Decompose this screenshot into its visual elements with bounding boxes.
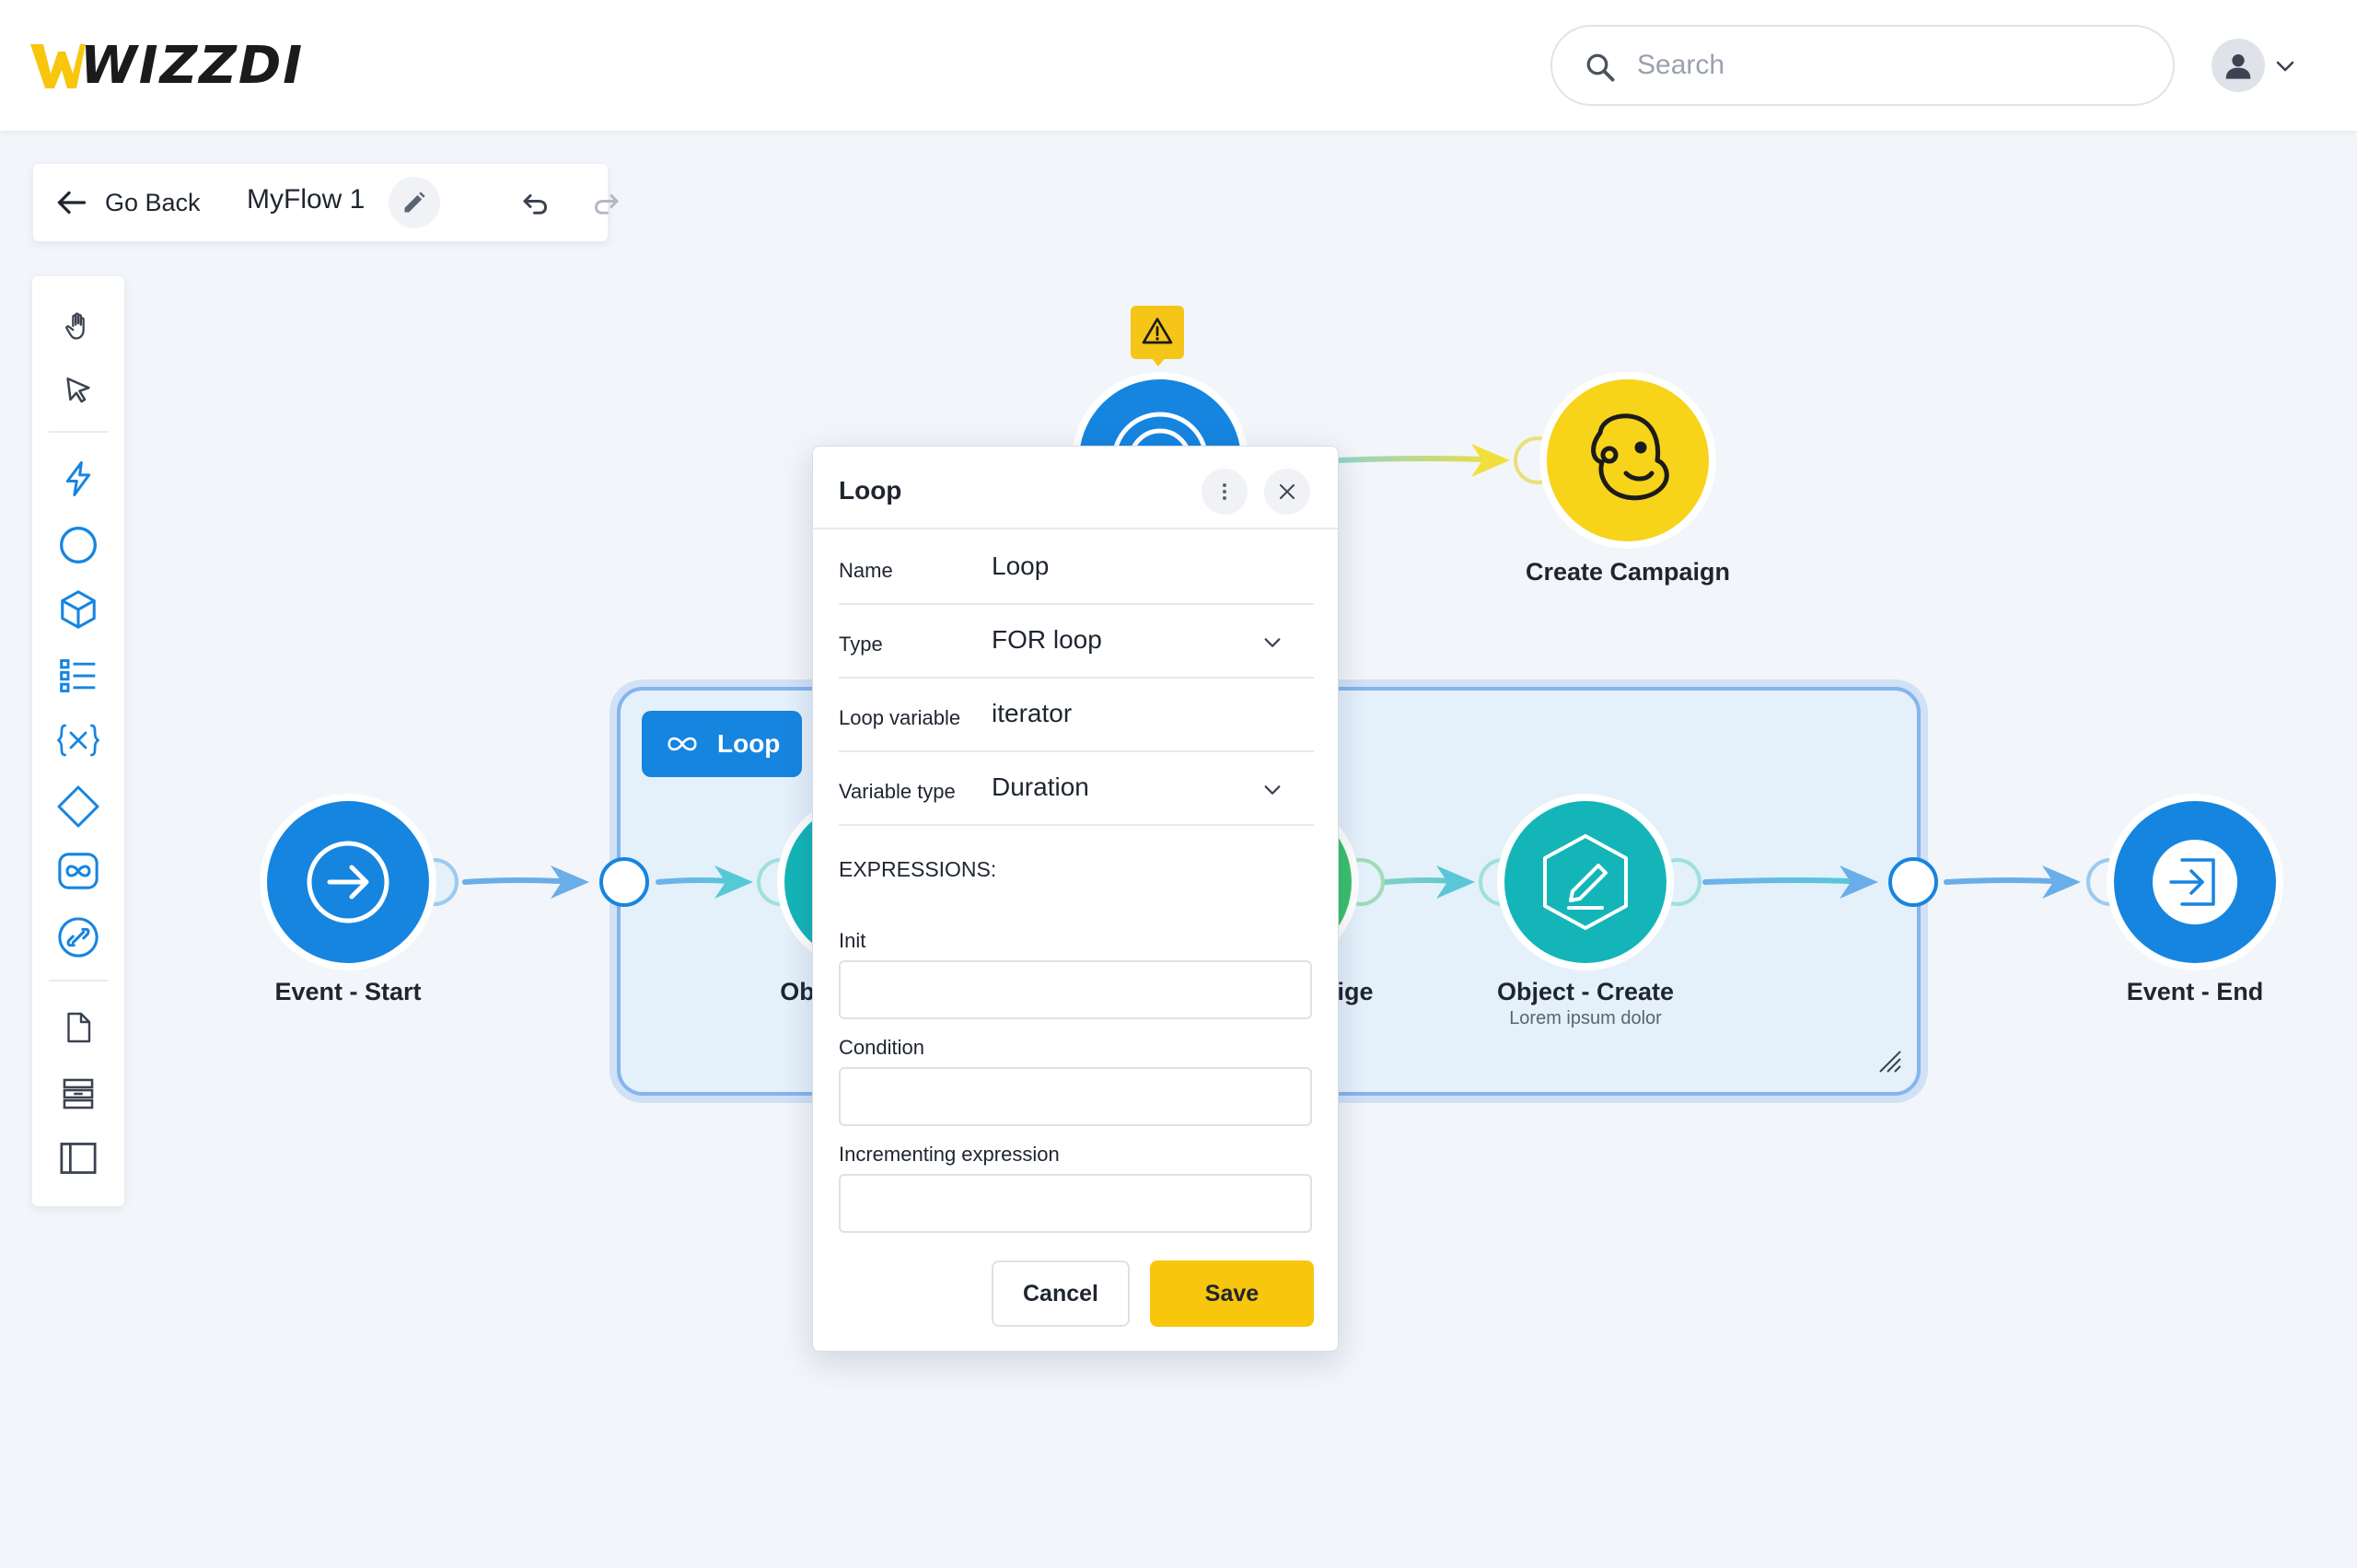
- connector-loop-entry: [656, 865, 753, 899]
- condition-label: Condition: [839, 1036, 924, 1059]
- field-name-value[interactable]: Loop: [992, 552, 1049, 581]
- warning-badge[interactable]: [1131, 306, 1184, 366]
- connector-change-to-create: [1383, 865, 1475, 899]
- loop-exit-port[interactable]: [1888, 857, 1938, 907]
- increment-input[interactable]: [839, 1174, 1312, 1233]
- node-event-start[interactable]: [260, 794, 459, 970]
- field-variable-type-label: Variable type: [839, 780, 956, 803]
- node-label-partial-right: ige: [1337, 978, 1374, 1005]
- field-loop-variable-value[interactable]: iterator: [992, 699, 1072, 728]
- node-object-create[interactable]: [1479, 794, 1701, 970]
- node-label-event-start: Event - Start: [274, 978, 422, 1005]
- warning-icon: [1142, 318, 1173, 344]
- node-sublabel-object-create: Lorem ipsum dolor: [1509, 1008, 1662, 1028]
- expressions-title: EXPRESSIONS:: [839, 857, 997, 881]
- node-create-campaign[interactable]: [1514, 372, 1716, 549]
- field-name-label: Name: [839, 559, 893, 582]
- init-label: Init: [839, 929, 866, 952]
- close-dialog-button[interactable]: [1264, 469, 1310, 515]
- init-input[interactable]: [839, 960, 1312, 1019]
- connector-to-create-campaign: [1332, 444, 1510, 477]
- node-label-event-end: Event - End: [2126, 978, 2264, 1005]
- field-type-label: Type: [839, 633, 883, 656]
- connector-create-to-loop-exit: [1702, 865, 1878, 899]
- more-vertical-icon: [1223, 483, 1226, 500]
- field-type-value[interactable]: FOR loop: [992, 625, 1102, 655]
- node-label-create-campaign: Create Campaign: [1525, 558, 1731, 586]
- dialog-title: Loop: [839, 476, 902, 505]
- field-loop-variable-row[interactable]: Loop variable iterator: [839, 679, 1314, 752]
- field-variable-type-select[interactable]: Variable type Duration: [839, 752, 1314, 826]
- close-icon: [1280, 484, 1295, 499]
- node-event-end[interactable]: [2086, 794, 2283, 970]
- node-label-partial-left: Ob: [780, 978, 815, 1005]
- condition-input[interactable]: [839, 1067, 1312, 1126]
- chevron-down-icon[interactable]: [1262, 633, 1283, 653]
- dialog-header: Loop: [813, 447, 1338, 529]
- more-options-button[interactable]: [1202, 469, 1248, 515]
- connector-start-to-loop: [462, 865, 589, 899]
- field-variable-type-value[interactable]: Duration: [992, 772, 1089, 802]
- increment-label: Incrementing expression: [839, 1143, 1060, 1166]
- field-loop-variable-label: Loop variable: [839, 706, 961, 729]
- cancel-button[interactable]: Cancel: [992, 1260, 1130, 1327]
- node-label-object-create: Object - Create: [1496, 978, 1675, 1005]
- loop-entry-port[interactable]: [599, 857, 649, 907]
- save-button[interactable]: Save: [1150, 1260, 1314, 1327]
- field-type-select[interactable]: Type FOR loop: [839, 605, 1314, 679]
- connector-loop-to-end: [1944, 865, 2081, 899]
- field-name-row[interactable]: Name Loop: [839, 531, 1314, 605]
- exit-icon: [2153, 840, 2237, 924]
- chevron-down-icon[interactable]: [1262, 780, 1283, 800]
- loop-settings-dialog: Loop Name Loop Type FOR loop Loop variab…: [812, 446, 1339, 1352]
